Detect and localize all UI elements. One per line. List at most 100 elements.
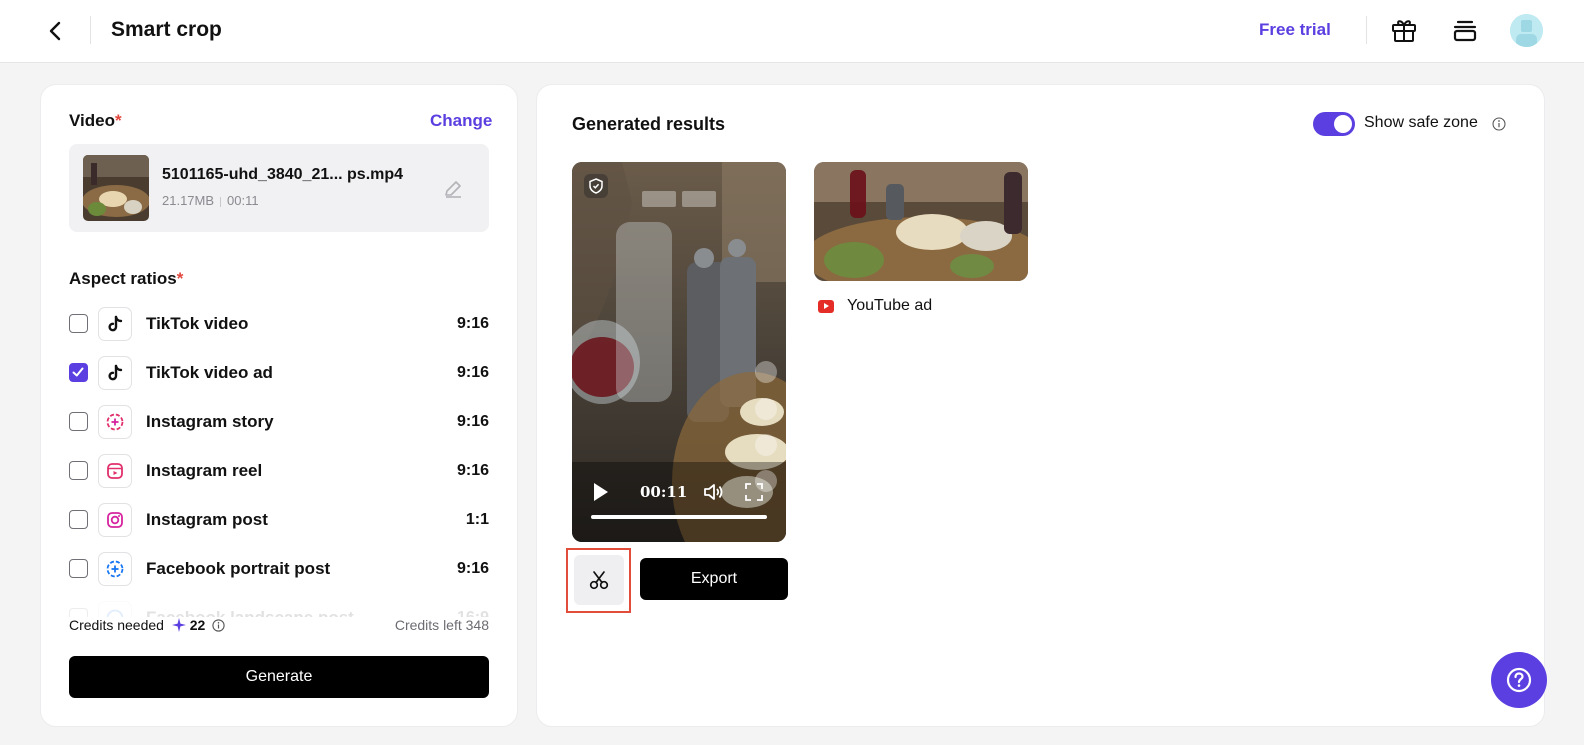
ratio-checkbox-checked[interactable] [69, 363, 88, 382]
instagram-icon [98, 503, 132, 537]
safe-zone-marker [755, 434, 777, 456]
safe-zone-marker [755, 361, 777, 383]
result-video-tiktok-ad[interactable]: 00:11 [572, 162, 786, 542]
free-trial-link[interactable]: Free trial [1259, 20, 1331, 40]
shield-check-icon [589, 178, 603, 194]
play-icon[interactable] [594, 483, 608, 501]
ratio-value: 9:16 [456, 364, 489, 381]
help-button[interactable] [1491, 652, 1547, 708]
sparkle-icon [171, 618, 186, 632]
results-title: Generated results [572, 114, 726, 134]
ratio-row-facebook-portrait-post[interactable]: Facebook portrait post 9:16 [69, 552, 489, 586]
results-panel: Generated results Show safe zone 00:11 Y… [536, 84, 1545, 727]
ratio-value: 9:16 [456, 315, 489, 332]
tiktok-icon [98, 356, 132, 390]
ratio-checkbox[interactable] [69, 608, 88, 617]
youtube-icon [818, 300, 834, 313]
ratio-row-tiktok-video-ad[interactable]: TikTok video ad 9:16 [69, 356, 489, 390]
instagram-story-icon [98, 405, 132, 439]
ratio-name: TikTok video ad [146, 363, 273, 382]
top-bar: Smart crop Free trial [0, 0, 1584, 63]
ratio-checkbox[interactable] [69, 510, 88, 529]
safe-zone-label: Show safe zone [1364, 114, 1478, 131]
rename-button[interactable] [442, 178, 464, 200]
volume-icon[interactable] [702, 480, 726, 504]
facebook-add-icon [98, 552, 132, 586]
ratio-name: Facebook landscape post [146, 608, 354, 617]
toggle-knob [1334, 115, 1352, 133]
info-icon[interactable] [212, 619, 225, 632]
video-file-card: 5101165-uhd_3840_21... ps.mp4 21.17MB 00:… [69, 144, 489, 232]
ratio-checkbox[interactable] [69, 559, 88, 578]
gift-icon [1392, 20, 1416, 42]
video-duration: 00:11 [227, 193, 259, 208]
ratio-checkbox[interactable] [69, 314, 88, 333]
result-video-youtube-ad[interactable] [814, 162, 1028, 281]
back-button[interactable] [40, 16, 70, 46]
safe-zone-marker [682, 191, 716, 207]
ratio-name: Instagram post [146, 510, 268, 529]
gift-button[interactable] [1389, 15, 1419, 45]
projects-button[interactable] [1450, 15, 1480, 45]
safe-zone-badge [584, 174, 608, 198]
ratio-name: Instagram reel [146, 461, 263, 480]
ratio-row-instagram-reel[interactable]: Instagram reel 9:16 [69, 454, 489, 488]
ratio-row-instagram-story[interactable]: Instagram story 9:16 [69, 405, 489, 439]
fullscreen-icon[interactable] [744, 482, 764, 502]
ratio-checkbox[interactable] [69, 461, 88, 480]
ratio-row-instagram-post[interactable]: Instagram post 1:1 [69, 503, 489, 537]
header-divider-right [1366, 16, 1367, 44]
result-label: YouTube ad [847, 297, 933, 314]
ratio-value: 16:9 [457, 609, 489, 617]
page-title: Smart crop [111, 18, 222, 41]
ratio-value: 9:16 [456, 413, 489, 430]
aspect-ratios-label: Aspect ratios* [69, 269, 184, 288]
video-progress-bar[interactable] [591, 515, 767, 519]
meta-separator [220, 196, 222, 207]
settings-panel: Video* Change 5101165-uhd_3840_21... ps.… [40, 84, 518, 727]
info-icon[interactable] [1492, 117, 1506, 131]
video-section-label: Video* [69, 111, 122, 130]
instagram-reel-icon [98, 454, 132, 488]
food-thumbnail-image [83, 155, 149, 221]
credits-needed: Credits needed 22 [69, 617, 225, 633]
avatar-image [1510, 14, 1543, 47]
trim-button[interactable] [574, 555, 624, 605]
video-file-name: 5101165-uhd_3840_21... ps.mp4 [162, 166, 404, 183]
video-time: 00:11 [640, 483, 688, 501]
header-divider [90, 16, 91, 44]
ratio-row-facebook-landscape-post[interactable]: Facebook landscape post 16:9 [69, 601, 489, 617]
chevron-left-icon [49, 21, 61, 41]
aspect-ratio-list: TikTok video 9:16 TikTok video ad 9:16 I… [69, 307, 489, 617]
video-frame-image [814, 162, 1028, 281]
safe-zone-toggle[interactable] [1313, 112, 1355, 136]
ratio-name: TikTok video [146, 314, 249, 333]
credits-left: Credits left 348 [394, 617, 489, 633]
export-button[interactable]: Export [640, 558, 788, 600]
pencil-icon [445, 181, 461, 198]
ratio-value: 9:16 [456, 560, 489, 577]
video-player-controls: 00:11 [572, 462, 786, 542]
ratio-name: Facebook portrait post [146, 559, 331, 578]
change-video-link[interactable]: Change [430, 111, 492, 131]
credits-needed-value: 22 [189, 617, 206, 633]
scissors-icon [589, 571, 609, 590]
video-file-size: 21.17MB [162, 193, 215, 208]
generate-button[interactable]: Generate [69, 656, 489, 698]
layers-icon [1453, 20, 1477, 42]
avatar[interactable] [1510, 14, 1543, 47]
ratio-value: 9:16 [456, 462, 489, 479]
ratio-row-tiktok-video[interactable]: TikTok video 9:16 [69, 307, 489, 341]
ratio-value: 1:1 [465, 511, 489, 528]
ratio-name: Instagram story [146, 412, 274, 431]
ratio-checkbox[interactable] [69, 412, 88, 431]
safe-zone-marker [642, 191, 676, 207]
video-thumbnail [83, 155, 149, 221]
safe-zone-marker [755, 398, 777, 420]
question-icon [1506, 667, 1532, 693]
credits-needed-label: Credits needed [69, 617, 164, 633]
facebook-add-icon [98, 601, 132, 617]
video-file-meta: 21.17MB 00:11 [162, 193, 259, 208]
check-icon [72, 367, 84, 377]
tiktok-icon [98, 307, 132, 341]
